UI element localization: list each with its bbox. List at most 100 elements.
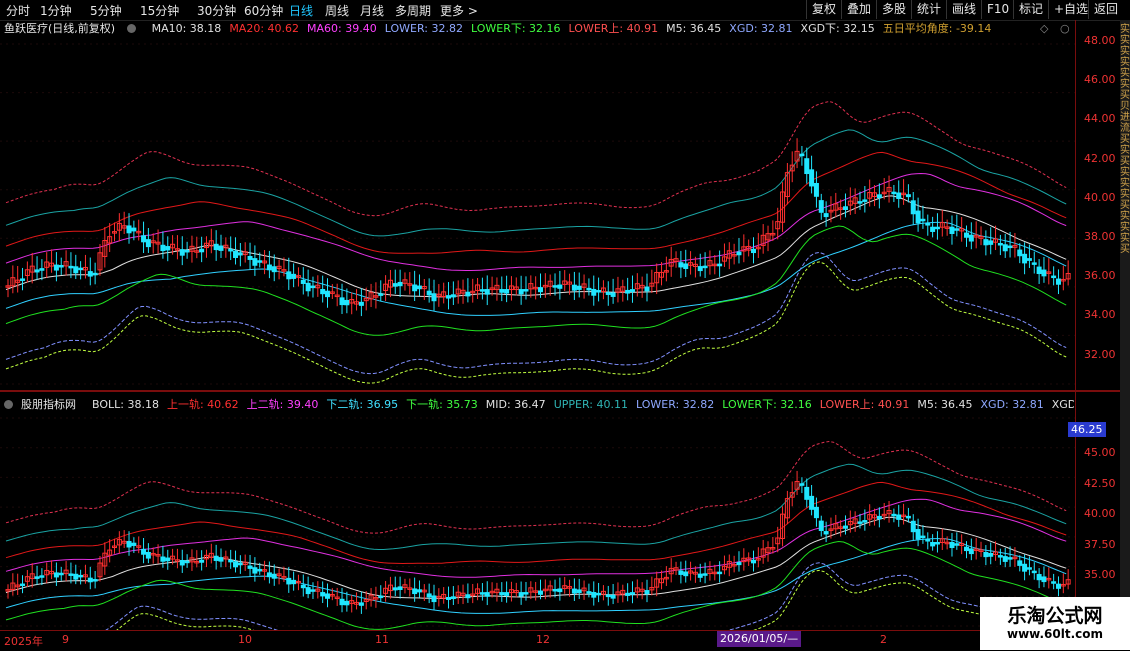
candle-down [247,565,253,569]
gutter-signal-text: 实实实实实实买贝进流买实买实实实买实实实买 [1120,24,1130,255]
candle-down [392,587,398,591]
period-tab-5[interactable]: 60分钟 [244,2,283,19]
sub-indicator-chart[interactable] [0,414,1075,651]
period-tab-0[interactable]: 分时 [6,2,30,19]
candle-down [87,271,93,277]
date-label: 9 [62,633,69,646]
candle-down [131,227,137,232]
candle-down [499,289,505,293]
fuquan-button[interactable]: 复权 [806,0,841,19]
settings-circle-icon[interactable] [4,400,13,409]
mark-button[interactable]: 标记 [1013,0,1048,19]
band-line-2 [5,481,1067,565]
candle-down [291,273,297,279]
candle-down [997,242,1003,246]
stats-button[interactable]: 统计 [911,0,946,19]
candle-down [257,260,263,263]
candle-down [717,571,723,575]
candle-down [717,263,723,267]
sub-legend-item-5: MID: 36.47 [485,398,546,411]
candle-down [930,226,936,232]
main-chart-panel[interactable] [0,38,1075,390]
overlay-button[interactable]: 叠加 [841,0,876,19]
candle-down [968,548,974,555]
band-line-1 [5,129,1067,237]
draw-line-button[interactable]: 画线 [946,0,981,19]
candle-down [1002,556,1008,562]
settings-circle-icon[interactable] [126,24,136,33]
candle-down [339,598,345,606]
candle-down [964,232,969,238]
candle-down [644,590,650,595]
period-tab-6[interactable]: 日线 [289,2,313,19]
candle-down [431,293,437,302]
add-watchlist-button[interactable]: +自选 [1048,0,1093,19]
f10-button[interactable]: F10 [981,0,1014,19]
expand-icon[interactable]: ○ [1060,22,1070,35]
candle-down [949,226,955,234]
period-tab-10[interactable]: 更多 > [440,2,478,19]
back-button[interactable]: 返回 [1088,0,1123,19]
candle-down [697,573,703,578]
candle-down [610,292,616,297]
candle-down [954,228,960,231]
candle-down [934,226,940,230]
candle-down [925,539,931,542]
candle-down [228,248,234,252]
candle-down [479,592,485,595]
main-candle-chart[interactable] [0,38,1075,390]
candle-down [378,293,384,296]
candle-down [484,289,490,295]
candle-down [310,285,316,289]
period-tab-7[interactable]: 周线 [325,2,349,19]
candle-down [571,588,577,594]
candle-down [813,506,819,519]
date-axis: 2025年 9 10 11 12 2026/01/05/— 2 [0,630,1075,651]
candle-down [305,282,311,292]
candle-down [141,548,147,555]
candle-down [1026,258,1032,261]
main-legend-item-9: 五日平均角度: -39.14 [882,22,992,35]
candle-down [949,541,955,549]
candle-down [799,483,805,486]
indicator-title[interactable]: 股朋指标网 [21,398,76,411]
candle-down [678,262,684,268]
candle-down [876,515,882,520]
candle-down [934,541,940,545]
period-tab-1[interactable]: 1分钟 [40,2,72,19]
period-tab-3[interactable]: 15分钟 [140,2,179,19]
period-tab-9[interactable]: 多周期 [395,2,431,19]
candle-down [1036,266,1042,275]
candle-down [233,561,239,568]
date-label: 2025年 [4,635,43,648]
band-line-0 [5,440,1067,534]
multi-stock-button[interactable]: 多股 [876,0,911,19]
candle-down [1022,253,1028,264]
candle-down [450,294,456,298]
main-legend-item-8: XGD下: 32.15 [800,22,875,35]
candle-down [160,244,166,252]
candle-down [499,592,505,596]
stock-title[interactable]: 鱼跃医疗(日线,前复权) [4,22,144,35]
period-toolbar: 分时 1分钟 5分钟 15分钟 30分钟 60分钟 日线 周线 月线 多周期 更… [0,0,1130,21]
period-tab-8[interactable]: 月线 [360,2,384,19]
sub-legend-item-7: LOWER: 32.82 [635,398,715,411]
candle-down [92,272,98,276]
diamond-icon[interactable]: ◇ [1040,22,1048,35]
badge-title: 乐淘公式网 [1007,605,1103,627]
candle-down [683,263,689,269]
candle-down [818,520,824,532]
panel-divider[interactable] [0,390,1120,392]
sub-chart-panel[interactable] [0,414,1075,651]
candle-down [983,551,989,558]
candle-down [237,562,243,566]
candle-down [179,559,185,566]
candle-down [557,284,563,289]
candle-down [1007,245,1013,249]
main-legend: 鱼跃医疗(日线,前复权) MA10: 38.18 MA20: 40.62 MA60:… [4,20,1024,38]
candle-down [252,567,258,574]
period-tab-4[interactable]: 30分钟 [197,2,236,19]
period-tab-2[interactable]: 5分钟 [90,2,122,19]
candle-down [58,572,64,576]
candle-down [591,288,597,296]
